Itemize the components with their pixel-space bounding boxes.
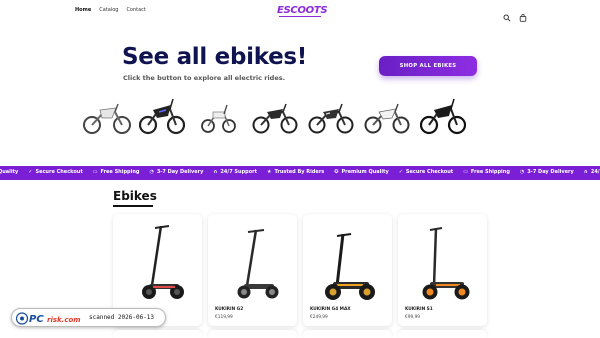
product-name: KUKIRIN S1 — [405, 307, 433, 312]
star-icon: ★ — [267, 169, 272, 175]
truck-icon: ▭ — [92, 169, 98, 175]
main-nav: Home Catalog Contact — [75, 7, 146, 13]
nav-home-link[interactable]: Home — [75, 7, 91, 13]
product-card-next-row — [113, 330, 202, 338]
product-price: €99,99 — [405, 315, 421, 320]
product-price: €119,99 — [215, 315, 233, 320]
ticker-item: ∩24/7 Support — [584, 169, 600, 175]
ticker-item: ◔ 3-7 Day Delivery — [520, 169, 574, 175]
ticker-track: Quality ✓ Secure Checkout ▭ Free Shipping ◔ 3-… — [0, 169, 600, 175]
badge-icon: ✪ — [334, 169, 339, 175]
section-title: Ebikes — [113, 189, 157, 203]
watermark-text: scanned 2026-06-13 — [89, 314, 155, 321]
ticker-item: ∩24/7 Support — [213, 169, 257, 175]
headset-icon: ∩ — [213, 169, 218, 175]
ebike-image[interactable] — [82, 100, 132, 136]
product-card-next-row — [398, 330, 487, 338]
bag-icon[interactable] — [519, 7, 527, 22]
site-header: Home Catalog Contact ESCOOTS — [0, 0, 600, 22]
ticker-item: ◔ 3-7 Day Delivery — [149, 169, 203, 175]
ebike-image[interactable] — [363, 100, 411, 136]
product-price: €249,99 — [310, 315, 328, 320]
shop-all-ebikes-button[interactable]: SHOP ALL EBIKES — [379, 56, 477, 76]
ticker-label: Secure Checkout — [405, 169, 454, 175]
clock-icon: ◔ — [519, 169, 525, 175]
truck-icon: ▭ — [463, 169, 468, 175]
product-image — [422, 227, 470, 300]
product-card[interactable]: KUKIRIN G4 MAX €249,99 — [303, 214, 392, 326]
ticker-label: Free Shipping — [470, 169, 510, 175]
pcrisk-logo: PC risk.com — [16, 312, 81, 325]
ticker-item: ▭ Free Shipping — [93, 169, 140, 175]
ticker-item: ★ Trusted By Riders — [267, 169, 324, 175]
ticker-label: Secure Checkout — [35, 169, 83, 175]
product-name: KUKIRIN G4 MAX — [310, 307, 351, 312]
clock-icon: ◔ — [149, 169, 154, 175]
ticker-item: ✪ Premium Quality — [334, 169, 388, 175]
check-icon: ✓ — [398, 169, 403, 175]
section-title-underline — [113, 205, 153, 207]
product-card-next-row — [303, 330, 392, 338]
product-card-next-row — [208, 330, 297, 338]
svg-text:risk.com: risk.com — [47, 316, 81, 324]
ticker-label: 3-7 Day Delivery — [527, 169, 574, 175]
ticker-label: 24/7 Support — [220, 169, 258, 175]
ticker-label: Premium Quality — [341, 169, 389, 175]
site-logo[interactable]: ESCOOTS — [277, 5, 328, 16]
logo-underline — [279, 16, 321, 17]
ticker-item: ✓ Secure Checkout — [399, 169, 453, 175]
svg-text:PC: PC — [29, 314, 44, 325]
product-card[interactable]: KUKIRIN S1 €99,99 — [398, 214, 487, 326]
ebike-gallery — [82, 98, 482, 140]
nav-catalog-link[interactable]: Catalog — [99, 7, 118, 13]
ticker-item: Quality — [0, 169, 18, 175]
ebike-image[interactable] — [200, 100, 236, 136]
ticker-label: Trusted By Riders — [274, 169, 325, 175]
hero-subtitle: Click the button to explore all electric… — [123, 74, 286, 82]
ticker-label: 24/7 Support — [590, 169, 600, 175]
headset-icon: ∩ — [583, 169, 588, 175]
ticker-label: Free Shipping — [100, 169, 140, 175]
product-image — [325, 233, 375, 300]
scan-watermark: PC risk.com scanned 2026-06-13 — [11, 308, 166, 327]
check-icon: ✓ — [28, 169, 33, 175]
ticker-label: 3-7 Day Delivery — [156, 169, 204, 175]
product-image — [142, 225, 184, 299]
product-name: KUKIRIN G2 — [215, 307, 244, 312]
ticker-label: Quality — [0, 169, 19, 175]
nav-contact-link[interactable]: Contact — [126, 7, 145, 13]
ebike-image[interactable] — [308, 100, 354, 136]
ticker-item: ▭ Free Shipping — [463, 169, 510, 175]
header-icons — [503, 7, 527, 22]
ebike-image[interactable] — [252, 100, 298, 136]
ebike-image[interactable] — [420, 96, 466, 136]
hero-title: See all ebikes! — [122, 44, 307, 70]
product-card[interactable]: KUKIRIN G2 €119,99 — [208, 214, 297, 326]
ebike-image[interactable] — [139, 96, 185, 136]
product-image — [237, 229, 279, 299]
features-ticker: Quality ✓ Secure Checkout ▭ Free Shipping ◔ 3-… — [0, 166, 600, 180]
ticker-item: ✓ Secure Checkout — [28, 169, 82, 175]
search-icon[interactable] — [503, 7, 511, 22]
